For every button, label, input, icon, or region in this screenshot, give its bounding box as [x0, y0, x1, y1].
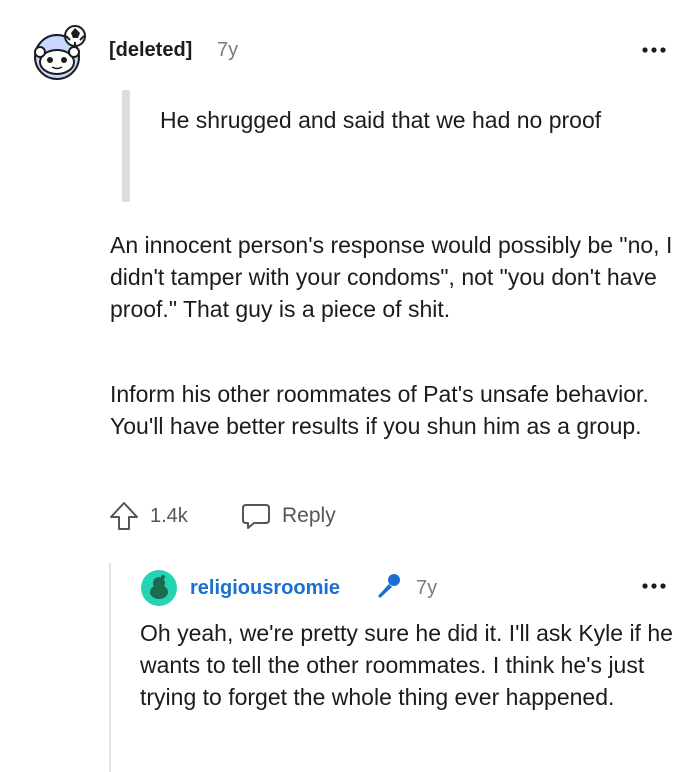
more-options-icon[interactable] — [639, 42, 669, 58]
upvote-arrow-icon[interactable] — [108, 500, 140, 532]
comment-paragraph: Inform his other roommates of Pat's unsa… — [110, 381, 649, 439]
blockquote-text: He shrugged and said that we had no proo… — [160, 107, 602, 133]
reply-author[interactable]: religiousroomie — [190, 577, 340, 600]
upvote-count: 1.4k — [150, 504, 188, 527]
reply-author-avatar-icon — [141, 570, 177, 606]
blockquote-bar — [122, 90, 130, 202]
reply-label: Reply — [282, 504, 336, 527]
reply-button[interactable]: Reply — [240, 500, 336, 532]
more-options-icon[interactable] — [639, 578, 669, 594]
reply-age: 7y — [416, 577, 438, 599]
reply-text: Oh yeah, we're pretty sure he did it. I'… — [140, 620, 673, 710]
deleted-user-avatar-icon — [34, 25, 86, 80]
vote-control: 1.4k — [108, 500, 188, 532]
thread-line[interactable] — [109, 563, 111, 772]
microphone-icon — [378, 574, 400, 598]
comment-author[interactable]: [deleted] — [109, 39, 192, 62]
comment-paragraph: An innocent person's response would poss… — [110, 232, 673, 322]
comment-age: 7y — [217, 39, 239, 61]
reply-bubble-icon — [242, 504, 270, 529]
